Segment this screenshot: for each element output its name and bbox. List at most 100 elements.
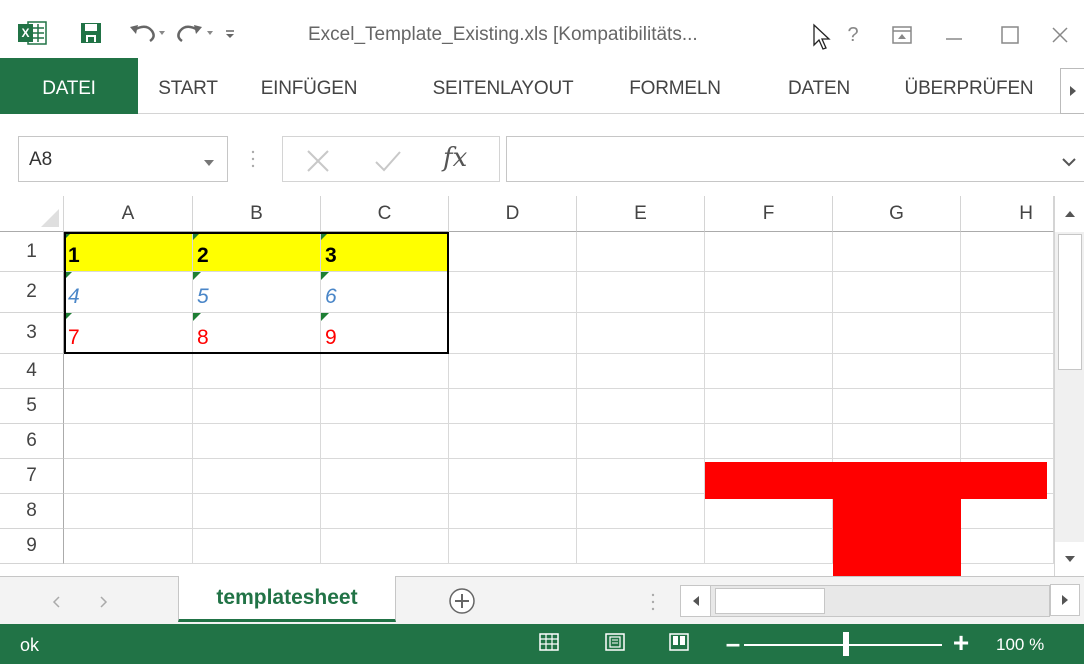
column-header-g[interactable]: G: [833, 196, 961, 232]
cell-h5[interactable]: [961, 389, 1054, 424]
cell-d1[interactable]: [449, 232, 577, 272]
horizontal-scroll-thumb[interactable]: [715, 588, 825, 614]
column-header-e[interactable]: E: [577, 196, 705, 232]
tab-formeln[interactable]: FORMELN: [600, 66, 750, 112]
column-header-d[interactable]: D: [449, 196, 577, 232]
cell-a2[interactable]: 4: [64, 272, 193, 313]
cell-d3[interactable]: [449, 313, 577, 354]
cell-b5[interactable]: [193, 389, 321, 424]
cell-e9[interactable]: [577, 529, 705, 564]
row-header-2[interactable]: 2: [0, 272, 64, 313]
cell-e1[interactable]: [577, 232, 705, 272]
zoom-level[interactable]: 100 %: [996, 635, 1044, 655]
row-header-4[interactable]: 4: [0, 354, 64, 389]
cell-f1[interactable]: [705, 232, 833, 272]
minimize-icon[interactable]: [934, 22, 974, 48]
cell-b7[interactable]: [193, 459, 321, 494]
maximize-icon[interactable]: [990, 22, 1030, 48]
excel-logo-icon[interactable]: X: [18, 20, 48, 46]
cell-a8[interactable]: [64, 494, 193, 529]
ribbon-display-options-icon[interactable]: [888, 22, 916, 48]
cell-h8[interactable]: [961, 494, 1054, 529]
cell-h9[interactable]: [961, 529, 1054, 564]
column-header-f[interactable]: F: [705, 196, 833, 232]
sheet-next-icon[interactable]: [96, 593, 112, 611]
cell-g5[interactable]: [833, 389, 961, 424]
cell-e5[interactable]: [577, 389, 705, 424]
save-icon[interactable]: [78, 20, 104, 46]
formula-input[interactable]: [506, 136, 1084, 182]
cell-g6[interactable]: [833, 424, 961, 459]
chevron-down-icon[interactable]: [203, 155, 215, 166]
cell-e4[interactable]: [577, 354, 705, 389]
cell-b9[interactable]: [193, 529, 321, 564]
red-shape-bar[interactable]: [705, 462, 1047, 499]
cell-c4[interactable]: [321, 354, 449, 389]
select-all-button[interactable]: [0, 196, 64, 232]
scroll-down-icon[interactable]: [1055, 542, 1084, 576]
undo-icon[interactable]: [128, 20, 168, 46]
cell-h1[interactable]: [961, 232, 1054, 272]
row-header-1[interactable]: 1: [0, 232, 64, 272]
cell-a3[interactable]: 7: [64, 313, 193, 354]
cell-f4[interactable]: [705, 354, 833, 389]
cell-h6[interactable]: [961, 424, 1054, 459]
tab-start[interactable]: START: [138, 66, 238, 112]
tab-einfuegen[interactable]: EINFÜGEN: [245, 66, 373, 112]
row-header-5[interactable]: 5: [0, 389, 64, 424]
cell-e3[interactable]: [577, 313, 705, 354]
column-header-b[interactable]: B: [193, 196, 321, 232]
cell-g2[interactable]: [833, 272, 961, 313]
cell-g1[interactable]: [833, 232, 961, 272]
cell-a5[interactable]: [64, 389, 193, 424]
ribbon-scroll-right-icon[interactable]: [1060, 68, 1084, 114]
zoom-in-icon[interactable]: +: [950, 629, 972, 657]
cell-f8[interactable]: [705, 494, 833, 529]
cell-d6[interactable]: [449, 424, 577, 459]
tab-split-grip-icon[interactable]: [650, 591, 656, 613]
column-header-h[interactable]: H: [961, 196, 1054, 232]
cell-d5[interactable]: [449, 389, 577, 424]
cell-b4[interactable]: [193, 354, 321, 389]
cell-e6[interactable]: [577, 424, 705, 459]
cell-e7[interactable]: [577, 459, 705, 494]
zoom-out-icon[interactable]: –: [724, 630, 742, 656]
insert-function-icon[interactable]: fx: [443, 143, 467, 173]
cell-c2[interactable]: 6: [321, 272, 449, 313]
cell-f2[interactable]: [705, 272, 833, 313]
horizontal-scrollbar[interactable]: [680, 585, 1050, 617]
row-header-9[interactable]: 9: [0, 529, 64, 564]
zoom-slider-thumb[interactable]: [843, 632, 849, 656]
row-header-8[interactable]: 8: [0, 494, 64, 529]
cell-a4[interactable]: [64, 354, 193, 389]
add-sheet-icon[interactable]: [446, 585, 478, 617]
sheet-prev-icon[interactable]: [48, 593, 64, 611]
cell-b8[interactable]: [193, 494, 321, 529]
cell-f3[interactable]: [705, 313, 833, 354]
cell-c3[interactable]: 9: [321, 313, 449, 354]
cell-c5[interactable]: [321, 389, 449, 424]
page-layout-view-icon[interactable]: [604, 632, 630, 656]
cell-a9[interactable]: [64, 529, 193, 564]
cell-e8[interactable]: [577, 494, 705, 529]
cell-h3[interactable]: [961, 313, 1054, 354]
cell-d9[interactable]: [449, 529, 577, 564]
tab-datei[interactable]: DATEI: [0, 58, 138, 114]
cell-c6[interactable]: [321, 424, 449, 459]
customize-qat-icon[interactable]: [220, 20, 240, 46]
cell-d4[interactable]: [449, 354, 577, 389]
column-header-a[interactable]: A: [64, 196, 193, 232]
cell-a1[interactable]: 1: [64, 232, 193, 272]
help-button[interactable]: ?: [840, 22, 866, 48]
cell-f9[interactable]: [705, 529, 833, 564]
sheet-tab-templatesheet[interactable]: templatesheet: [178, 576, 396, 622]
cell-e2[interactable]: [577, 272, 705, 313]
vertical-scroll-thumb[interactable]: [1058, 234, 1082, 370]
cell-f5[interactable]: [705, 389, 833, 424]
tab-daten[interactable]: DATEN: [764, 66, 874, 112]
cell-h2[interactable]: [961, 272, 1054, 313]
cell-c9[interactable]: [321, 529, 449, 564]
row-header-7[interactable]: 7: [0, 459, 64, 494]
cell-f6[interactable]: [705, 424, 833, 459]
cell-b2[interactable]: 5: [193, 272, 321, 313]
